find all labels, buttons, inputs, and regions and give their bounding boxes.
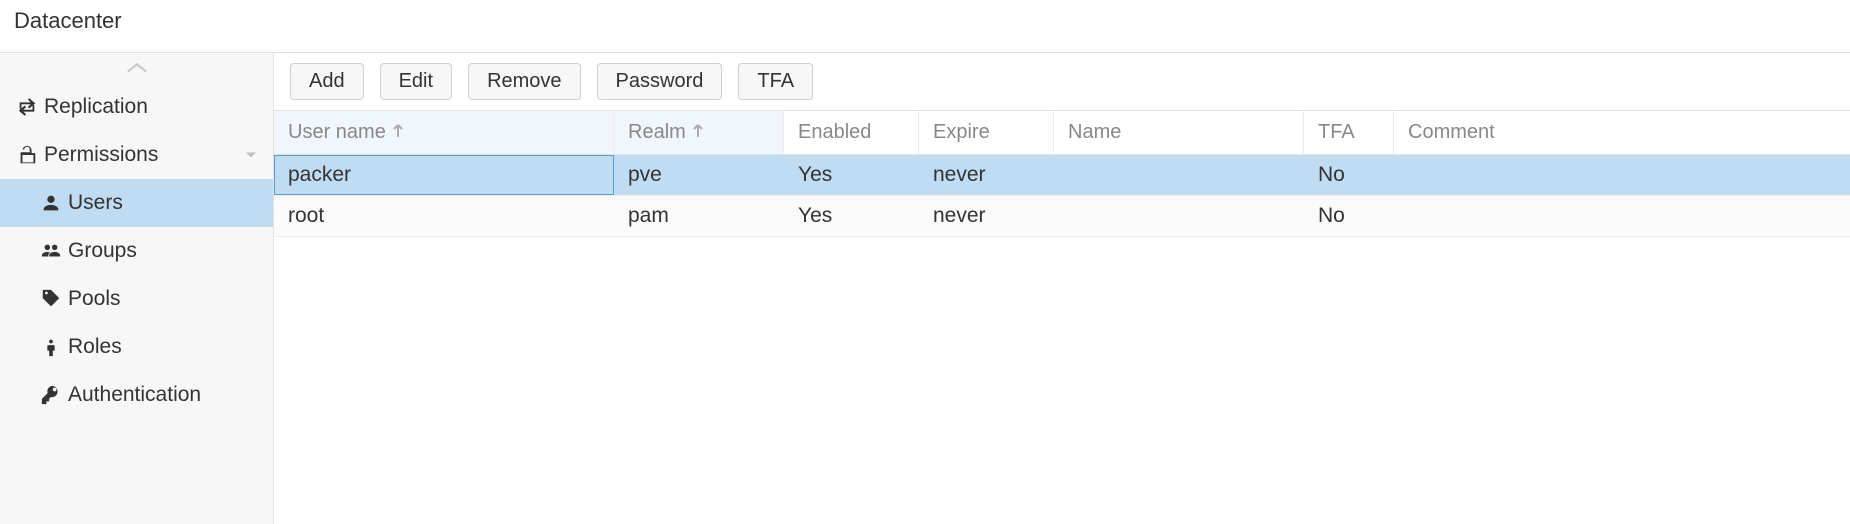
sidebar-item-replication[interactable]: Replication [0, 83, 273, 131]
user-icon [40, 192, 68, 214]
column-label: Enabled [798, 121, 871, 144]
column-header-name[interactable]: Name [1054, 111, 1304, 154]
sort-asc-icon [392, 121, 404, 144]
sidebar-item-label: Authentication [68, 383, 201, 407]
sidebar-item-groups[interactable]: Groups [0, 227, 273, 275]
sidebar-item-label: Replication [44, 95, 148, 119]
sidebar-item-label: Permissions [44, 143, 158, 167]
table-header: User name Realm Enabled Expire [274, 111, 1850, 155]
cell-enabled: Yes [784, 196, 919, 236]
cell-name [1054, 155, 1304, 195]
cell-enabled: Yes [784, 155, 919, 195]
cell-comment [1394, 155, 1850, 195]
column-label: User name [288, 121, 386, 144]
sidebar-item-label: Groups [68, 239, 137, 263]
cell-realm: pam [614, 196, 784, 236]
sidebar-item-pools[interactable]: Pools [0, 275, 273, 323]
page-title: Datacenter [0, 0, 1850, 52]
cell-username: root [274, 196, 614, 236]
cell-expire: never [919, 196, 1054, 236]
main-panel: Add Edit Remove Password TFA User name R… [274, 53, 1850, 524]
cell-tfa: No [1304, 196, 1394, 236]
column-header-username[interactable]: User name [274, 111, 614, 154]
add-button[interactable]: Add [290, 63, 364, 100]
sidebar-item-label: Users [68, 191, 123, 215]
sidebar-item-permissions[interactable]: Permissions [0, 131, 273, 179]
column-label: TFA [1318, 121, 1355, 144]
sidebar-item-users[interactable]: Users [0, 179, 273, 227]
table-row[interactable]: packer pve Yes never No [274, 155, 1850, 196]
column-header-realm[interactable]: Realm [614, 111, 784, 154]
unlock-icon [16, 144, 44, 166]
column-label: Realm [628, 121, 686, 144]
cell-comment [1394, 196, 1850, 236]
column-header-tfa[interactable]: TFA [1304, 111, 1394, 154]
sort-asc-icon [692, 121, 704, 144]
remove-button[interactable]: Remove [468, 63, 580, 100]
toolbar: Add Edit Remove Password TFA [274, 53, 1850, 111]
cell-realm: pve [614, 155, 784, 195]
column-label: Comment [1408, 121, 1495, 144]
chevron-up-icon [126, 57, 148, 80]
column-header-comment[interactable]: Comment [1394, 111, 1850, 154]
male-icon [40, 336, 68, 358]
column-label: Expire [933, 121, 990, 144]
retweet-icon [16, 96, 44, 118]
users-icon [40, 240, 68, 262]
caret-down-icon [245, 144, 257, 167]
column-label: Name [1068, 121, 1121, 144]
sidebar: Replication Permissions Users Groups [0, 53, 274, 524]
key-icon [40, 384, 68, 406]
cell-name [1054, 196, 1304, 236]
sidebar-item-label: Roles [68, 335, 122, 359]
tags-icon [40, 288, 68, 310]
sidebar-item-label: Pools [68, 287, 121, 311]
sidebar-item-roles[interactable]: Roles [0, 323, 273, 371]
column-header-enabled[interactable]: Enabled [784, 111, 919, 154]
edit-button[interactable]: Edit [380, 63, 452, 100]
cell-tfa: No [1304, 155, 1394, 195]
password-button[interactable]: Password [597, 63, 723, 100]
sidebar-collapse-button[interactable] [0, 53, 273, 83]
sidebar-item-authentication[interactable]: Authentication [0, 371, 273, 419]
table-row[interactable]: root pam Yes never No [274, 196, 1850, 237]
cell-expire: never [919, 155, 1054, 195]
cell-username: packer [274, 155, 614, 195]
column-header-expire[interactable]: Expire [919, 111, 1054, 154]
users-table: User name Realm Enabled Expire [274, 111, 1850, 237]
tfa-button[interactable]: TFA [738, 63, 813, 100]
